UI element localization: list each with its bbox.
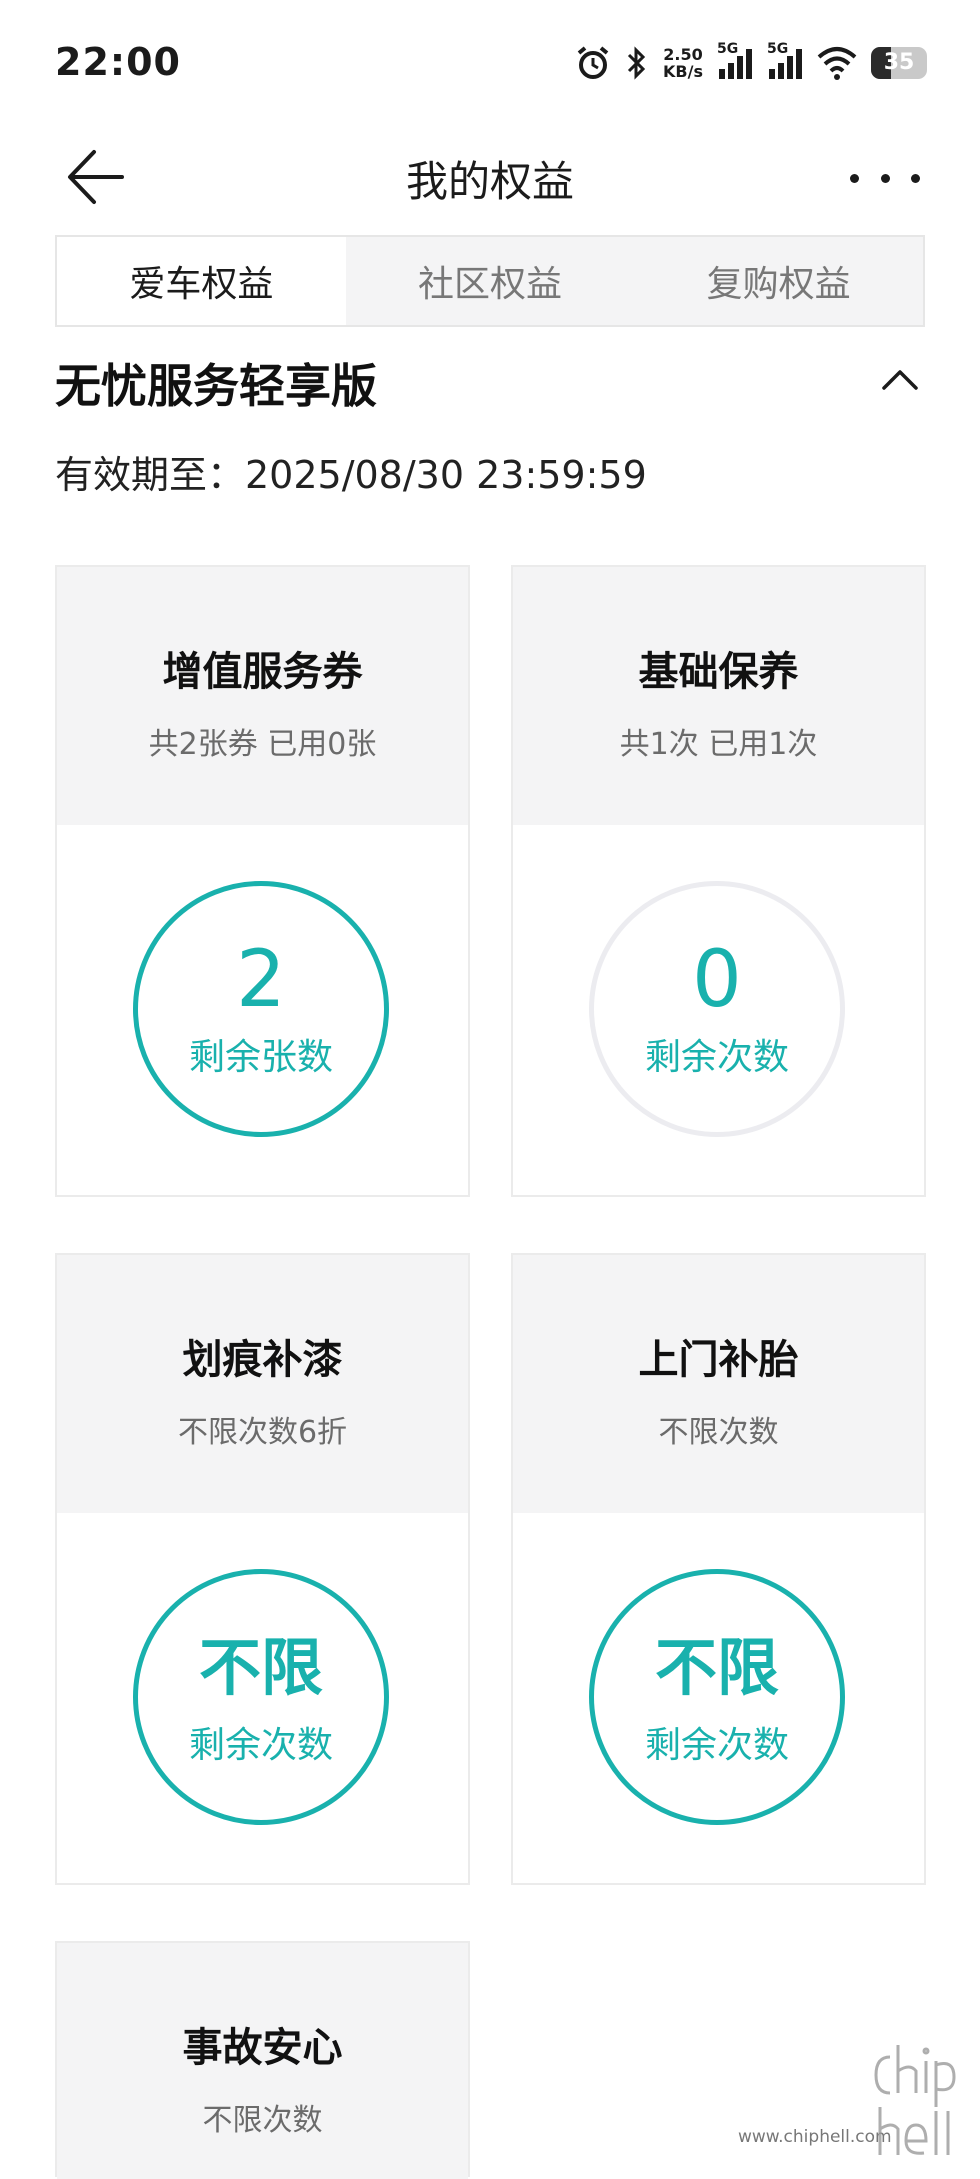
arrow-left-icon xyxy=(68,150,124,204)
remaining-circle: 2 剩余张数 xyxy=(133,881,389,1137)
status-icons: 2.50 KB/s 5G 5G 35 xyxy=(575,41,927,84)
collapse-button[interactable] xyxy=(878,360,922,400)
remaining-value: 2 xyxy=(236,935,286,1025)
tab-car-benefits[interactable]: 爱车权益 xyxy=(57,237,346,325)
more-button[interactable] xyxy=(850,158,920,198)
card-body: 2 剩余张数 xyxy=(57,825,468,1195)
page-title: 我的权益 xyxy=(405,157,574,206)
card-body: 0 剩余次数 xyxy=(513,825,924,1195)
remaining-label: 剩余次数 xyxy=(644,1725,789,1766)
chevron-up-icon xyxy=(882,370,918,390)
status-time: 22:00 xyxy=(55,40,181,84)
battery-icon: 35 xyxy=(871,47,927,79)
back-button[interactable] xyxy=(62,142,132,212)
remaining-value: 不限 xyxy=(654,1631,779,1704)
signal-5g-1: 5G xyxy=(717,41,753,81)
wifi-icon xyxy=(817,47,857,80)
status-bar: 22:00 2.50 KB/s 5G 5G 35 xyxy=(0,0,980,130)
plan-name: 无忧服务轻享版 xyxy=(55,359,377,413)
card-header: 基础保养 共1次 已用1次 xyxy=(513,567,924,825)
network-speed: 2.50 KB/s xyxy=(663,46,703,80)
benefit-card-basic-maintenance[interactable]: 基础保养 共1次 已用1次 0 剩余次数 xyxy=(511,565,926,1197)
card-header: 上门补胎 不限次数 xyxy=(513,1255,924,1513)
benefit-card-value-coupon[interactable]: 增值服务券 共2张券 已用0张 2 剩余张数 xyxy=(55,565,470,1197)
card-subtitle: 共1次 已用1次 xyxy=(619,727,818,762)
card-subtitle: 共2张券 已用0张 xyxy=(148,727,377,762)
card-subtitle: 不限次数 xyxy=(202,2103,323,2138)
tab-repurchase-benefits[interactable]: 复购权益 xyxy=(634,237,923,325)
battery-level: 35 xyxy=(883,50,915,75)
remaining-circle: 不限 剩余次数 xyxy=(133,1569,389,1825)
remaining-label: 剩余次数 xyxy=(188,1725,333,1766)
remaining-label: 剩余次数 xyxy=(644,1037,789,1078)
card-body: 不限 剩余次数 xyxy=(513,1513,924,1883)
signal-label: 5G xyxy=(767,41,789,57)
card-title: 划痕补漆 xyxy=(182,1337,343,1383)
remaining-value: 不限 xyxy=(198,1631,323,1704)
remaining-label: 剩余张数 xyxy=(188,1037,333,1078)
chiphell-logo-icon xyxy=(874,2045,956,2155)
network-speed-value: 2.50 xyxy=(663,45,703,64)
card-title: 上门补胎 xyxy=(638,1337,799,1383)
more-dot-icon xyxy=(880,173,890,183)
nav-bar: 我的权益 xyxy=(0,130,980,230)
bluetooth-icon xyxy=(627,46,646,80)
tab-community-benefits[interactable]: 社区权益 xyxy=(346,237,635,325)
remaining-circle: 不限 剩余次数 xyxy=(589,1569,845,1825)
signal-5g-2: 5G xyxy=(767,41,803,81)
card-title: 基础保养 xyxy=(638,649,799,695)
card-header: 划痕补漆 不限次数6折 xyxy=(57,1255,468,1513)
validity-text: 有效期至：2025/08/30 23:59:59 xyxy=(55,453,647,497)
remaining-circle: 0 剩余次数 xyxy=(589,881,845,1137)
tab-bar: 爱车权益 社区权益 复购权益 xyxy=(55,235,925,327)
card-subtitle: 不限次数6折 xyxy=(177,1415,348,1450)
card-subtitle: 不限次数 xyxy=(658,1415,779,1450)
benefit-card-tire-repair[interactable]: 上门补胎 不限次数 不限 剩余次数 xyxy=(511,1253,926,1885)
benefit-card-accident-assurance[interactable]: 事故安心 不限次数 xyxy=(55,1941,470,2179)
card-header: 增值服务券 共2张券 已用0张 xyxy=(57,567,468,825)
watermark: www.chiphell.com xyxy=(738,2037,968,2167)
alarm-icon xyxy=(577,46,609,79)
card-title: 事故安心 xyxy=(182,2025,343,2071)
signal-label: 5G xyxy=(717,41,739,57)
benefit-card-scratch-paint[interactable]: 划痕补漆 不限次数6折 不限 剩余次数 xyxy=(55,1253,470,1885)
remaining-value: 0 xyxy=(692,935,742,1025)
more-dot-icon xyxy=(850,173,859,183)
network-speed-unit: KB/s xyxy=(663,62,703,81)
card-title: 增值服务券 xyxy=(162,649,363,695)
card-header: 事故安心 不限次数 xyxy=(57,1943,468,2179)
card-body: 不限 剩余次数 xyxy=(57,1513,468,1883)
more-dot-icon xyxy=(911,173,920,183)
